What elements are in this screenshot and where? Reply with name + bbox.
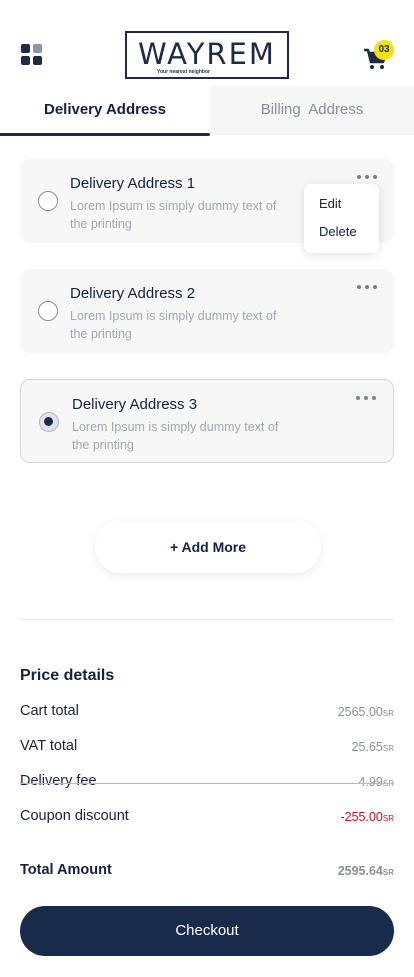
address-radio[interactable] — [38, 301, 58, 321]
price-row-label: Cart total — [20, 703, 79, 719]
address-title: Delivery Address 1 — [70, 175, 196, 192]
price-row-value: 25.65SR — [351, 740, 394, 754]
menu-item-edit[interactable]: Edit — [319, 196, 341, 211]
address-card-selected[interactable]: Delivery Address 3 Lorem Ipsum is simply… — [20, 379, 394, 463]
address-radio[interactable] — [38, 191, 58, 211]
checkout-button[interactable]: Checkout — [20, 906, 394, 956]
address-description: Lorem Ipsum is simply dummy text of the … — [70, 309, 277, 341]
strikethrough-line — [20, 783, 394, 784]
logo-tagline: Your nearest neighbor — [157, 69, 210, 75]
cart-count-badge: 03 — [374, 40, 394, 60]
brand-logo[interactable]: WAYREM Your nearest neighbor — [125, 31, 289, 79]
menu-item-delete[interactable]: Delete — [319, 224, 357, 239]
address-title: Delivery Address 2 — [70, 285, 196, 302]
section-divider — [20, 619, 394, 620]
app-header: WAYREM Your nearest neighbor 03 — [0, 0, 414, 86]
more-options-icon[interactable] — [356, 283, 378, 291]
price-row-value: 4.99SR — [358, 775, 394, 789]
more-options-icon[interactable] — [355, 394, 377, 402]
total-amount-value: 2595.64SR — [337, 864, 394, 878]
price-details-title: Price details — [20, 667, 115, 684]
price-row-label: VAT total — [20, 738, 78, 754]
coupon-discount-value: -255.00SR — [340, 810, 394, 824]
tab-delivery-address[interactable]: Delivery Address — [0, 86, 210, 136]
total-amount-label: Total Amount — [20, 862, 112, 878]
address-description: Lorem Ipsum is simply dummy text of the … — [70, 199, 277, 231]
tab-billing-address[interactable]: Billing Address — [210, 86, 414, 135]
add-more-button[interactable]: + Add More — [95, 521, 321, 573]
address-context-menu: Edit Delete — [304, 184, 379, 253]
logo-text: WAYREM — [138, 37, 276, 71]
address-radio-checked[interactable] — [39, 412, 59, 432]
more-options-icon[interactable] — [356, 173, 378, 181]
price-row-label: Coupon discount — [20, 808, 129, 824]
address-description: Lorem Ipsum is simply dummy text of the … — [72, 420, 279, 452]
address-card[interactable]: Delivery Address 2 Lorem Ipsum is simply… — [20, 269, 394, 353]
price-row-value: 2565.00SR — [337, 705, 394, 719]
price-row-label: Delivery fee — [20, 773, 97, 789]
address-title: Delivery Address 3 — [72, 396, 198, 413]
address-tabs: Delivery Address Billing Address — [0, 86, 414, 136]
menu-grid-icon[interactable] — [21, 44, 43, 66]
